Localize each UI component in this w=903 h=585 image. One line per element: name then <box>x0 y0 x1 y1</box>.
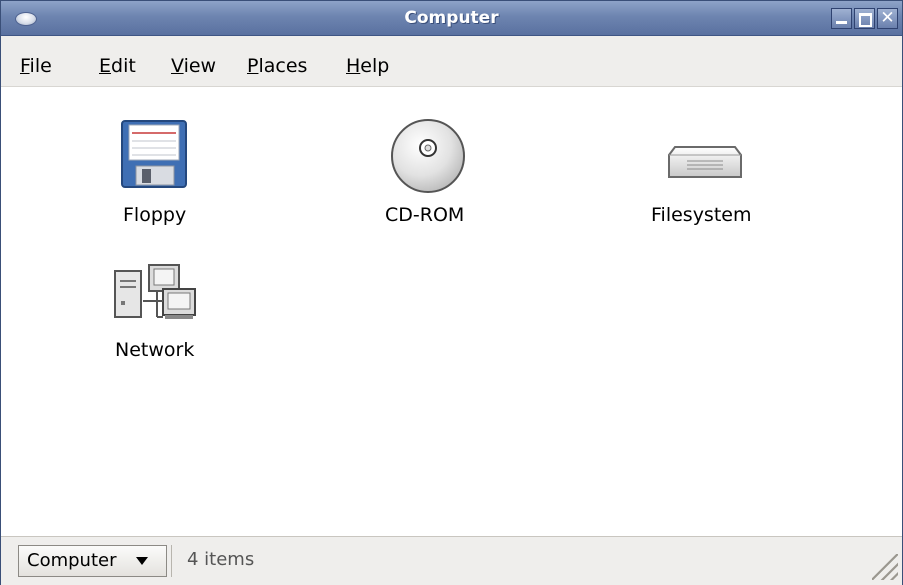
minimize-button[interactable] <box>831 8 852 29</box>
harddisk-icon <box>668 146 742 178</box>
location-label: Computer <box>27 550 117 571</box>
floppy-icon <box>121 120 187 188</box>
menu-edit-label: dit <box>111 55 136 77</box>
network-item[interactable] <box>113 261 201 321</box>
menu-places[interactable]: Places <box>247 55 307 77</box>
window-title: Computer <box>404 8 499 28</box>
menu-edit[interactable]: Edit <box>99 55 136 77</box>
menu-view-mnemonic: V <box>171 55 184 77</box>
cdrom-label: CD-ROM <box>385 204 465 226</box>
resize-grip-icon[interactable] <box>872 554 898 580</box>
menu-bar <box>1 36 902 87</box>
status-divider <box>171 545 172 577</box>
menu-help-mnemonic: H <box>346 55 361 77</box>
filesystem-label: Filesystem <box>651 204 752 226</box>
floppy-item[interactable] <box>111 119 197 191</box>
floppy-label: Floppy <box>123 204 187 226</box>
menu-view-label: iew <box>183 55 217 77</box>
menu-file-label: ile <box>29 55 52 77</box>
menu-help-label: elp <box>360 55 390 77</box>
menu-help[interactable]: Help <box>346 55 389 77</box>
item-count: 4 items <box>187 549 255 570</box>
menu-places-label: laces <box>258 55 308 77</box>
menu-edit-mnemonic: E <box>99 55 112 77</box>
close-button[interactable]: ✕ <box>877 8 898 29</box>
title-bar[interactable]: Computer ✕ <box>1 1 902 36</box>
cdrom-icon <box>391 119 465 193</box>
menu-file-mnemonic: F <box>20 55 30 77</box>
network-label: Network <box>115 339 195 361</box>
maximize-button[interactable] <box>854 8 875 29</box>
filesystem-item[interactable] <box>667 139 743 183</box>
menu-view[interactable]: View <box>171 55 216 77</box>
chevron-down-icon <box>136 557 148 565</box>
menu-file[interactable]: File <box>20 55 52 77</box>
location-dropdown[interactable]: Computer <box>18 545 167 577</box>
file-manager-window: Computer ✕ File Edit View Places Help Fl… <box>0 0 903 585</box>
menu-places-mnemonic: P <box>247 55 259 77</box>
cdrom-item[interactable] <box>389 117 467 195</box>
network-icon <box>114 264 196 319</box>
window-controls: ✕ <box>831 8 898 29</box>
